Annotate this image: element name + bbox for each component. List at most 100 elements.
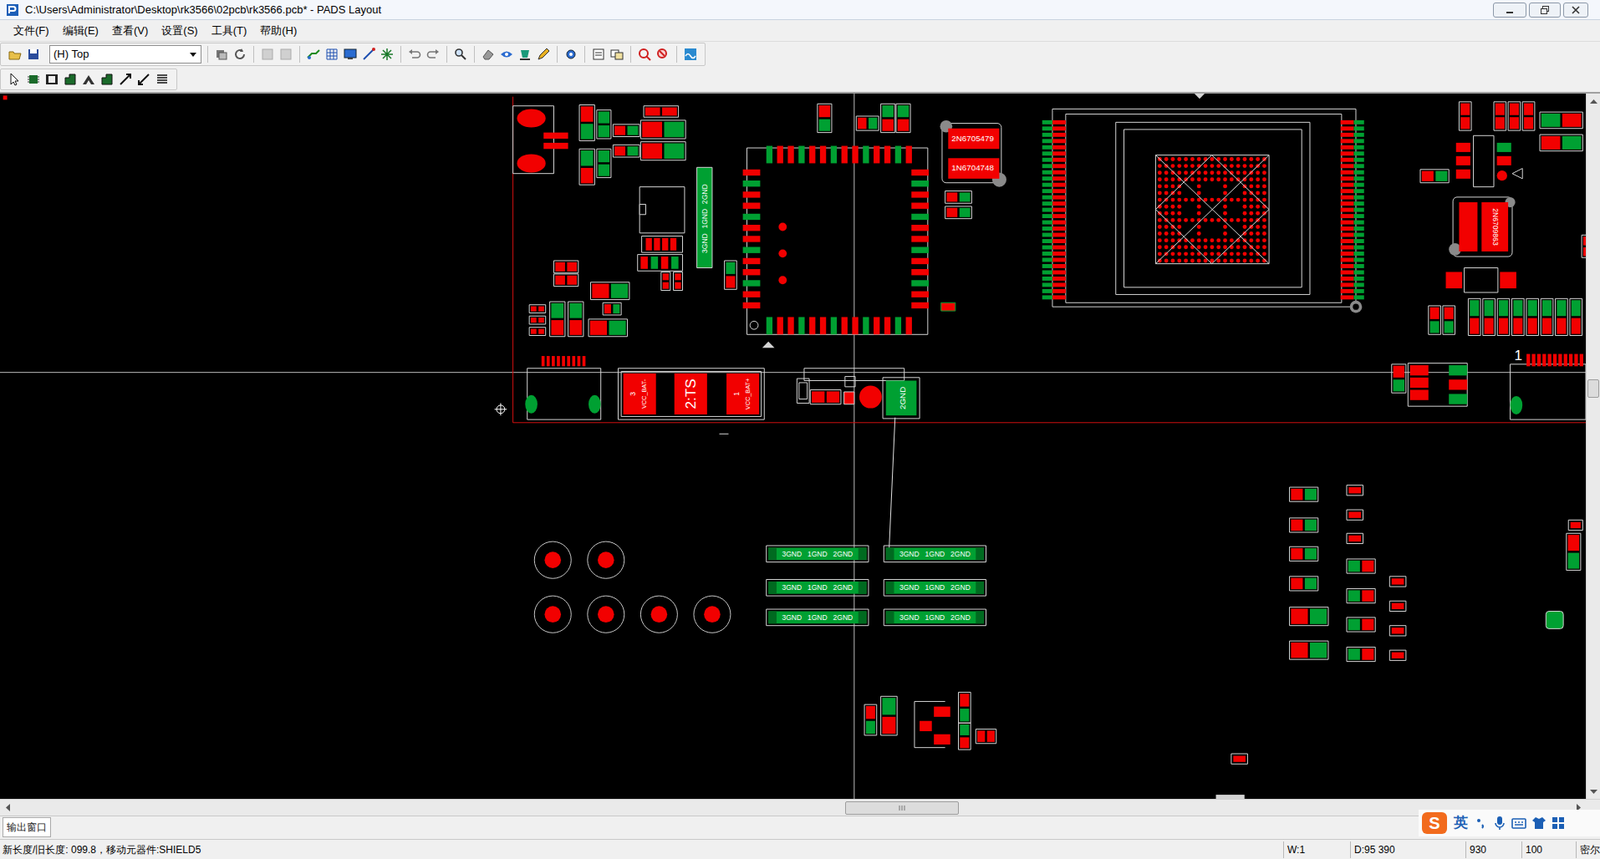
- layer-dropdown[interactable]: (H) Top: [49, 45, 202, 64]
- scroll-thumb[interactable]: [845, 801, 959, 816]
- gnd-pad-group[interactable]: 3GND1GND2GND: [766, 579, 869, 597]
- smd-part[interactable]: [529, 327, 546, 337]
- diode-footprint[interactable]: 2N6709863: [1448, 197, 1515, 257]
- mounting-hole[interactable]: [534, 541, 571, 579]
- edit-icon[interactable]: [535, 46, 551, 62]
- copper-icon[interactable]: [81, 71, 97, 87]
- smd-part[interactable]: [1569, 298, 1583, 336]
- zoom-icon[interactable]: [453, 46, 469, 62]
- inductor-footprint[interactable]: [1446, 268, 1517, 293]
- smd-part[interactable]: [596, 148, 612, 178]
- diode-footprint[interactable]: 2N67054791N6704748: [940, 120, 1007, 188]
- microphone-icon[interactable]: [1492, 815, 1507, 831]
- smd-part[interactable]: [612, 144, 640, 158]
- mounting-hole[interactable]: [534, 596, 571, 633]
- smd-part[interactable]: [1540, 298, 1554, 336]
- smd-part[interactable]: [945, 206, 973, 220]
- redo-icon[interactable]: [425, 46, 441, 62]
- smd-part[interactable]: [1581, 234, 1586, 258]
- sot-footprint[interactable]: [1407, 363, 1468, 408]
- menu-item[interactable]: 工具(T): [204, 20, 255, 41]
- resistor-array[interactable]: [642, 236, 683, 254]
- smd-part[interactable]: [1289, 487, 1319, 502]
- clear-errors-icon[interactable]: [655, 46, 671, 62]
- smd-part[interactable]: [864, 704, 877, 736]
- smd-part[interactable]: [1289, 607, 1329, 627]
- dropdown-arrow-icon[interactable]: [187, 46, 199, 62]
- save-icon[interactable]: [25, 46, 41, 62]
- gnd-strip[interactable]: 2GND1GND3GND: [697, 167, 713, 268]
- usb-connector[interactable]: [524, 356, 601, 420]
- smd-part[interactable]: [1512, 298, 1525, 336]
- smd-part[interactable]: [856, 116, 879, 131]
- connector[interactable]: [513, 106, 569, 174]
- smd-part[interactable]: [1482, 298, 1496, 336]
- smd-part[interactable]: [602, 302, 622, 316]
- smd-part[interactable]: [1493, 101, 1507, 131]
- smd-part[interactable]: [1539, 112, 1583, 129]
- view-icon[interactable]: [499, 46, 515, 62]
- skin-icon[interactable]: [1531, 816, 1547, 831]
- resistor-array[interactable]: [637, 254, 683, 272]
- mounting-hole[interactable]: [693, 596, 731, 633]
- mounting-hole[interactable]: [640, 596, 678, 633]
- smd-part[interactable]: [640, 120, 686, 139]
- close-icon[interactable]: [1563, 2, 1589, 18]
- fpc-connector[interactable]: 1: [1510, 346, 1586, 421]
- smd-part[interactable]: [881, 696, 898, 736]
- smd-part[interactable]: [1539, 134, 1583, 152]
- mark-icon[interactable]: [99, 71, 115, 87]
- redraw-icon[interactable]: [232, 46, 248, 62]
- smd-part[interactable]: [1231, 754, 1249, 765]
- toolbox-icon[interactable]: [1551, 816, 1565, 831]
- gnd-pad-group[interactable]: 3GND1GND2GND: [766, 609, 869, 627]
- scroll-left-icon[interactable]: [0, 800, 15, 816]
- smd-part[interactable]: [596, 110, 612, 139]
- smd-part[interactable]: [1346, 559, 1376, 574]
- menu-item[interactable]: 文件(F): [6, 20, 57, 41]
- qfn-footprint[interactable]: [743, 146, 929, 349]
- smd-part[interactable]: [817, 103, 832, 133]
- smd-part[interactable]: [1526, 298, 1539, 336]
- diagonal-down-icon[interactable]: [136, 71, 152, 87]
- smd-part[interactable]: [1508, 101, 1521, 131]
- design-toolbar-icon[interactable]: [305, 46, 322, 62]
- gnd-pad-group[interactable]: 3GND1GND2GND: [883, 579, 986, 597]
- smd-part[interactable]: [1346, 533, 1364, 544]
- component-icon[interactable]: [25, 71, 41, 87]
- smd-part[interactable]: [1522, 101, 1535, 131]
- smd-part[interactable]: [661, 271, 671, 291]
- smd-part[interactable]: [553, 274, 578, 287]
- test-point[interactable]: [1545, 611, 1564, 630]
- settings-icon[interactable]: [563, 46, 579, 62]
- smd-part[interactable]: [1458, 101, 1472, 131]
- smd-part[interactable]: [640, 142, 686, 161]
- sot-footprint[interactable]: [1456, 135, 1512, 187]
- select-icon[interactable]: [7, 71, 23, 87]
- smd-part[interactable]: [1568, 519, 1583, 530]
- ime-logo[interactable]: S: [1421, 812, 1448, 835]
- smd-part[interactable]: [1346, 509, 1364, 520]
- gnd-pad-group[interactable]: 3GND1GND2GND: [766, 545, 869, 563]
- mounting-hole[interactable]: [587, 541, 625, 579]
- display-icon[interactable]: [342, 46, 358, 62]
- menu-item[interactable]: 查看(V): [105, 20, 155, 41]
- smd-part[interactable]: [1389, 626, 1407, 637]
- smd-part[interactable]: [1389, 601, 1407, 612]
- smd-part[interactable]: [1428, 305, 1442, 335]
- smd-part[interactable]: [1389, 576, 1407, 587]
- smd-part[interactable]: [1289, 518, 1319, 533]
- smd-part[interactable]: [579, 148, 595, 185]
- smd-part[interactable]: [1467, 298, 1481, 336]
- pour-icon[interactable]: [517, 46, 533, 62]
- restore-icon[interactable]: [1528, 2, 1561, 18]
- punctuation-icon[interactable]: [1474, 816, 1488, 831]
- smd-part[interactable]: [958, 692, 972, 724]
- smd-part[interactable]: [1497, 298, 1510, 336]
- smd-part[interactable]: [1346, 647, 1376, 662]
- smd-part[interactable]: [1555, 298, 1569, 336]
- horizontal-scrollbar[interactable]: [0, 799, 1600, 816]
- smd-part[interactable]: [672, 271, 683, 291]
- scroll-down-icon[interactable]: [1586, 784, 1600, 800]
- keyboard-icon[interactable]: [1511, 816, 1527, 831]
